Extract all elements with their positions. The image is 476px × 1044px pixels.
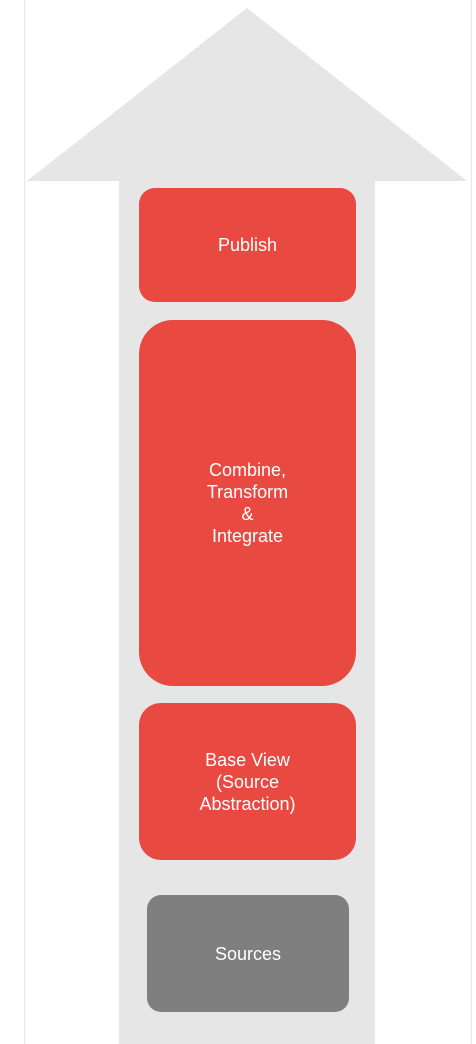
layer-sources-label: Sources <box>214 943 282 964</box>
layer-publish-label: Publish <box>217 235 278 255</box>
layer-combine-label: Combine, Transform & Integrate <box>206 460 289 546</box>
layer-combine-transform-integrate: Combine, Transform & Integrate <box>139 320 356 686</box>
layer-base-view-label: Base View (Source Abstraction) <box>199 749 296 814</box>
layer-publish: Publish <box>139 188 356 302</box>
layer-base-view: Base View (Source Abstraction) <box>139 703 356 860</box>
diagram-canvas: Publish Combine, Transform & Integrate B… <box>0 0 476 1044</box>
layer-sources: Sources <box>147 895 349 1012</box>
